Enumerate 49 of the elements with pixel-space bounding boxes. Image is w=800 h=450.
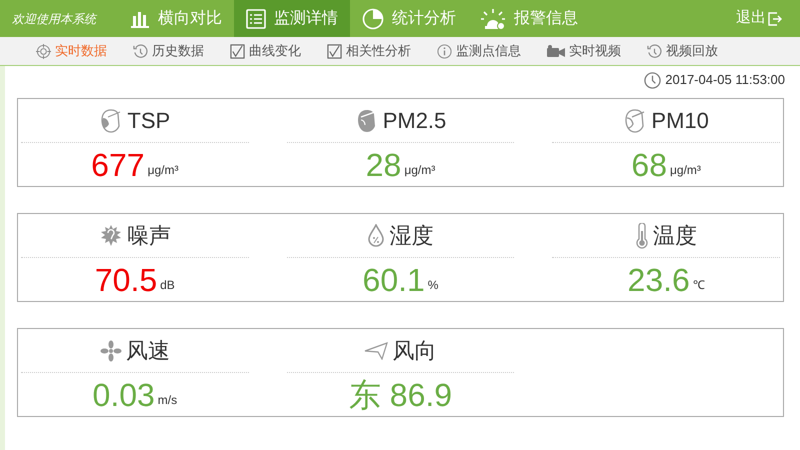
unit-label: μg/m³ (148, 162, 178, 179)
list-icon (246, 8, 266, 28)
metric-value: 68 (631, 146, 667, 185)
subnav-tab[interactable]: 监测点信息 (437, 41, 521, 61)
clock-icon (644, 72, 662, 88)
metric-value: 0.03 (92, 376, 155, 415)
metric-label: PM10 (651, 107, 709, 135)
history-icon (647, 44, 662, 58)
metric-label: TSP (127, 107, 170, 135)
history-icon (133, 44, 148, 58)
metric-value: 东 86.9 (348, 376, 452, 415)
checkbox-icon (327, 44, 342, 58)
subnav-tab[interactable]: 相关性分析 (327, 41, 411, 61)
checkbox-icon (230, 44, 245, 58)
metric-label: 噪声 (126, 222, 171, 250)
thermometer-icon (635, 222, 650, 248)
unit-label: % (428, 277, 438, 294)
metric-label: 风速 (126, 337, 170, 365)
subnav-tab[interactable]: 曲线变化 (230, 41, 301, 61)
video-camera-icon (547, 44, 565, 58)
subnav-tab[interactable]: 实时视频 (547, 41, 621, 61)
unit-label: m/s (158, 392, 178, 409)
water-drop-icon (367, 224, 386, 248)
arrow-icon (364, 342, 388, 360)
welcome-text: 欢迎使用本系统 (11, 10, 98, 28)
info-icon (437, 44, 452, 58)
nav-tab[interactable]: 监测详情 (234, 0, 350, 37)
subnav-tab[interactable]: 历史数据 (133, 41, 204, 61)
metric-value: 23.6 (628, 261, 690, 300)
logout-icon (768, 12, 782, 26)
unit-label: μg/m³ (670, 162, 701, 179)
fan-icon (100, 340, 122, 362)
metric-label: 温度 (653, 222, 698, 250)
unit-label: ℃ (692, 277, 705, 294)
subnav-tab[interactable]: 视频回放 (647, 41, 718, 61)
metric-label: 风向 (392, 337, 436, 365)
metric-value: 28 (366, 146, 402, 185)
alarm-light-icon (480, 8, 506, 30)
timestamp: 2017-04-05 11:53:00 (665, 71, 785, 90)
metric-value: 60.1 (362, 261, 425, 300)
pie-chart-icon (362, 8, 384, 30)
metric-label: 湿度 (389, 222, 434, 250)
metric-value: 70.5 (94, 261, 158, 300)
unit-label: μg/m³ (404, 162, 436, 179)
unit-label: dB (160, 277, 175, 294)
metric-label: PM2.5 (382, 107, 446, 135)
target-icon (36, 44, 51, 58)
metric-value: 677 (91, 146, 145, 185)
bar-chart-icon (130, 10, 150, 28)
